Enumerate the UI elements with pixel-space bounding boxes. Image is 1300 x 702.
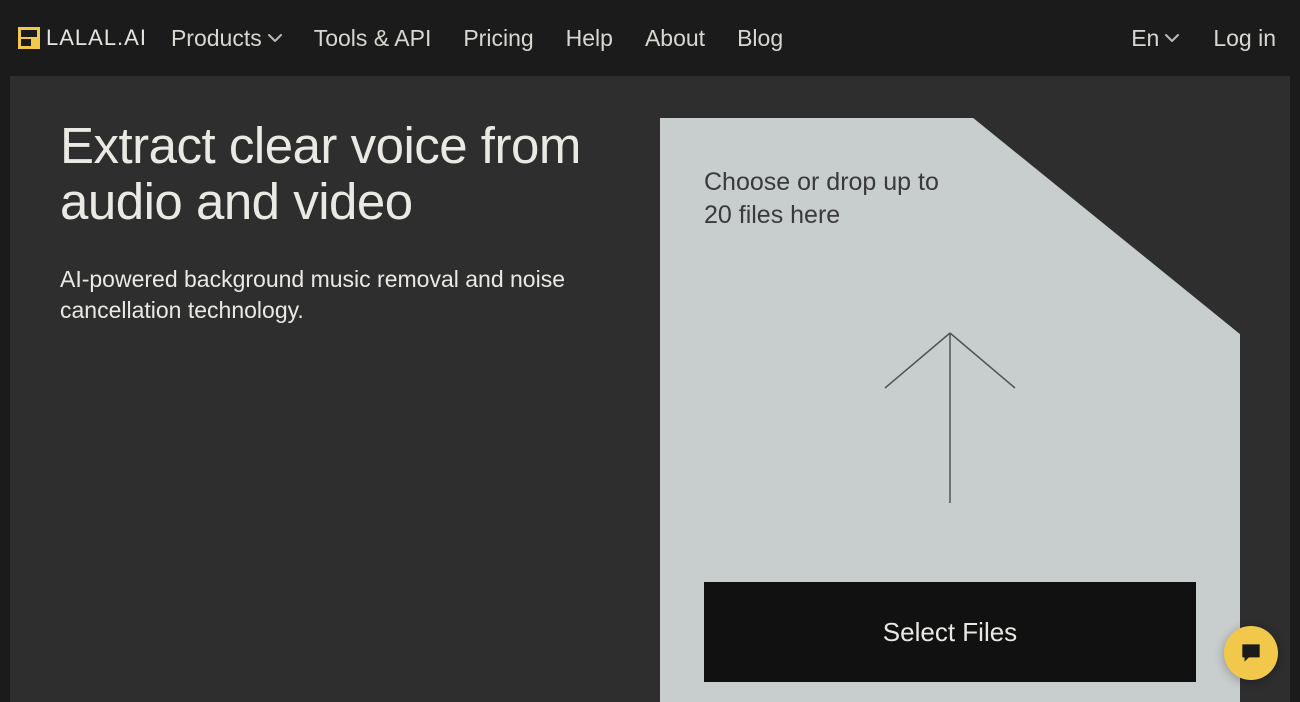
login-label: Log in bbox=[1213, 25, 1276, 52]
nav-blog[interactable]: Blog bbox=[737, 25, 783, 52]
dropzone-text: Choose or drop up to 20 files here bbox=[704, 166, 964, 231]
nav-tools-api[interactable]: Tools & API bbox=[314, 25, 432, 52]
nav-tools-label: Tools & API bbox=[314, 25, 432, 52]
nav-help[interactable]: Help bbox=[566, 25, 613, 52]
language-selector[interactable]: En bbox=[1131, 25, 1179, 52]
logo[interactable]: LALAL.AI bbox=[18, 25, 147, 51]
nav-about-label: About bbox=[645, 25, 705, 52]
header: LALAL.AI Products Tools & API Pricing He… bbox=[0, 0, 1300, 76]
main: Extract clear voice from audio and video… bbox=[10, 76, 1290, 702]
page-subtitle: AI-powered background music removal and … bbox=[60, 264, 580, 326]
nav-pricing[interactable]: Pricing bbox=[463, 25, 533, 52]
select-files-label: Select Files bbox=[883, 617, 1017, 648]
upload-arrow-icon bbox=[870, 328, 1030, 513]
nav-blog-label: Blog bbox=[737, 25, 783, 52]
nav-help-label: Help bbox=[566, 25, 613, 52]
chat-widget-button[interactable] bbox=[1224, 626, 1278, 680]
nav-about[interactable]: About bbox=[645, 25, 705, 52]
page-title: Extract clear voice from audio and video bbox=[60, 118, 620, 230]
select-files-button[interactable]: Select Files bbox=[704, 582, 1196, 682]
chevron-down-icon bbox=[1165, 31, 1179, 45]
chat-icon bbox=[1238, 640, 1264, 666]
nav-pricing-label: Pricing bbox=[463, 25, 533, 52]
upload-dropzone[interactable]: Choose or drop up to 20 files here Selec… bbox=[660, 118, 1240, 702]
hero-text: Extract clear voice from audio and video… bbox=[60, 118, 620, 702]
header-right: En Log in bbox=[1131, 25, 1276, 52]
logo-icon bbox=[18, 27, 40, 49]
nav-products-label: Products bbox=[171, 25, 262, 52]
language-label: En bbox=[1131, 25, 1159, 52]
main-nav: Products Tools & API Pricing Help About … bbox=[171, 25, 783, 52]
login-link[interactable]: Log in bbox=[1213, 25, 1276, 52]
logo-text: LALAL.AI bbox=[46, 25, 147, 51]
chevron-down-icon bbox=[268, 31, 282, 45]
nav-products[interactable]: Products bbox=[171, 25, 282, 52]
